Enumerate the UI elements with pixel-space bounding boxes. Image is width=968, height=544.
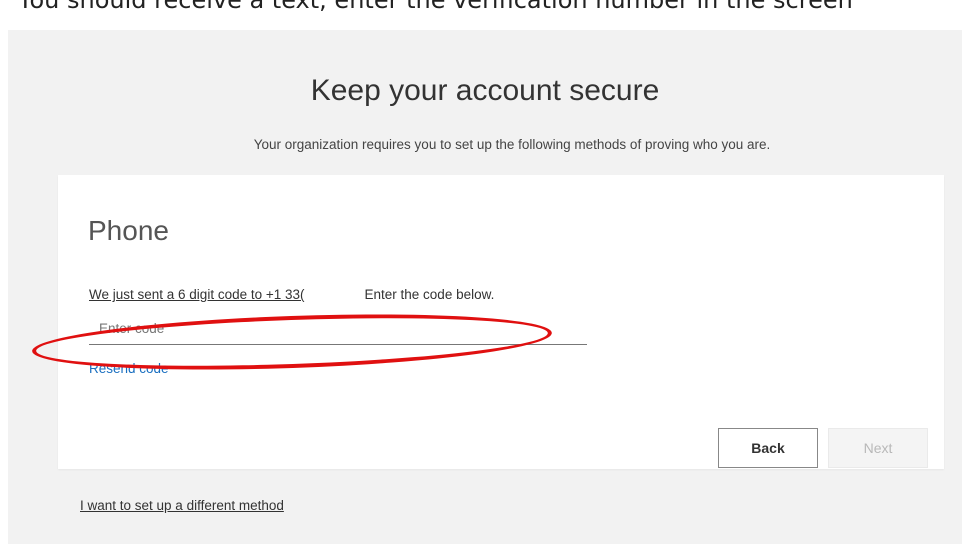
different-method-link[interactable]: I want to set up a different method (80, 498, 284, 513)
next-button[interactable]: Next (828, 428, 928, 468)
page-subtitle: Your organization requires you to set up… (253, 137, 771, 152)
resend-code-link[interactable]: Resend code (89, 361, 169, 376)
verification-code-input[interactable] (89, 313, 587, 345)
code-sent-prefix: We just sent a 6 digit code to +1 33( (89, 287, 305, 302)
page-title: Keep your account secure (310, 74, 660, 107)
redacted-number (304, 287, 355, 299)
phone-method-card: Phone We just sent a 6 digit code to +1 … (58, 175, 944, 469)
instruction-caption: You should receive a text, enter the ver… (18, 0, 853, 14)
back-button[interactable]: Back (718, 428, 818, 468)
card-title: Phone (88, 215, 169, 246)
code-sent-message: We just sent a 6 digit code to +1 33( Ent… (89, 287, 494, 302)
code-sent-suffix: Enter the code below. (364, 287, 495, 302)
setup-panel: Keep your account secure Your organizati… (8, 30, 962, 544)
